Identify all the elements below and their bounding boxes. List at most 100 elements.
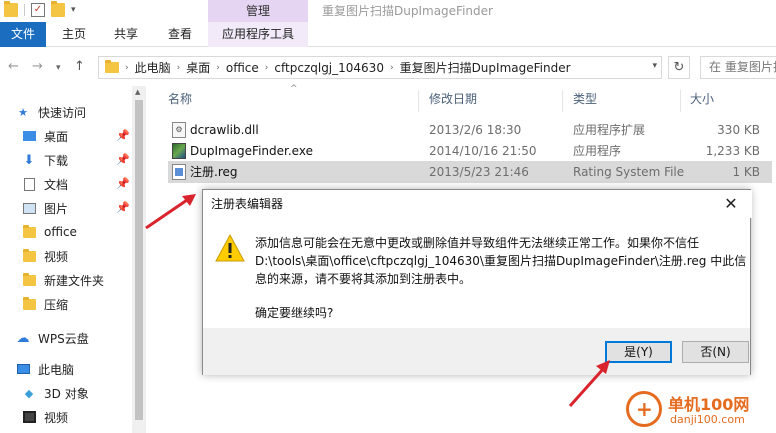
pin-icon[interactable]: 📌	[116, 177, 130, 190]
column-header-type[interactable]: 类型	[573, 86, 597, 112]
cube-icon: ◆	[24, 386, 34, 400]
download-icon: ⬇	[23, 152, 35, 168]
forward-arrow-icon[interactable]: →	[32, 59, 43, 74]
column-header-name[interactable]: 名称	[168, 86, 192, 112]
sidebar-item-label: 压缩	[44, 297, 69, 312]
sidebar-item-label: 文档	[44, 177, 69, 192]
tab-manage[interactable]: 管理	[208, 0, 308, 22]
breadcrumb-dupimagefinder[interactable]: 重复图片扫描DupImageFinder	[394, 59, 577, 76]
watermark-text: 单机100网	[668, 395, 750, 414]
sidebar-item-label: WPS云盘	[38, 331, 89, 346]
star-icon: ★	[18, 105, 28, 119]
exe-icon	[172, 143, 186, 159]
computer-icon	[16, 362, 30, 376]
quick-access-toolbar: ✓ ▾	[4, 1, 76, 17]
address-folder-icon	[105, 60, 119, 73]
dialog-body: 添加信息可能会在无意中更改或删除值并导致组件无法继续正常工作。如果你不信任 D:…	[203, 218, 750, 328]
sidebar-scroll-thumb[interactable]	[135, 100, 143, 420]
pin-icon[interactable]: 📌	[116, 153, 130, 166]
column-divider[interactable]	[680, 90, 681, 112]
sidebar-item-label: 3D 对象	[44, 386, 89, 401]
picture-icon	[22, 201, 36, 215]
file-type: 应用程序	[573, 144, 622, 158]
qat-dropdown-icon[interactable]: ▾	[71, 5, 76, 15]
window-title: 重复图片扫描DupImageFinder	[322, 4, 493, 18]
table-row[interactable]: DupImageFinder.exe 2014/10/16 21:50 应用程序…	[168, 140, 772, 162]
file-name: 注册.reg	[190, 165, 238, 179]
sidebar-scrollbar[interactable]: ▲	[132, 86, 146, 433]
watermark-logo-icon	[626, 391, 662, 427]
sidebar-item-label: 新建文件夹	[44, 273, 105, 288]
file-date: 2013/5/23 21:46	[429, 165, 529, 179]
breadcrumb-cftpczqlgj[interactable]: cftpczqlgj_104630	[268, 61, 390, 75]
column-divider[interactable]	[418, 90, 419, 112]
dll-icon: ⚙	[172, 122, 186, 138]
tab-share[interactable]: 共享	[108, 22, 144, 47]
warning-icon	[215, 234, 245, 262]
column-divider[interactable]	[562, 90, 563, 112]
navigation-pane: ★ 快速访问 桌面 📌 ⬇ 下载 📌 文档 📌 图片 📌 office 视频 新…	[0, 86, 146, 433]
message-line: D:\tools\桌面\office\cftpczqlgj_104630\重复图…	[255, 254, 747, 268]
folder-icon	[22, 296, 36, 311]
sidebar-item-label: 桌面	[44, 129, 69, 144]
table-row[interactable]: ⚙ dcrawlib.dll 2013/2/6 18:30 应用程序扩展 330…	[168, 119, 772, 141]
file-type: 应用程序扩展	[573, 123, 646, 137]
column-header-date[interactable]: 修改日期	[429, 86, 477, 112]
sidebar-item-label: 视频	[44, 410, 69, 425]
search-input[interactable]: 在 重复图片扫	[700, 56, 776, 79]
up-arrow-icon[interactable]: ↑	[74, 59, 85, 74]
file-type: Rating System File	[573, 165, 685, 179]
watermark: 单机100网 danji100.com	[626, 389, 776, 433]
sidebar-item-label: 下载	[44, 153, 69, 168]
pin-icon[interactable]: 📌	[116, 129, 130, 142]
video-icon	[22, 410, 36, 424]
dialog-footer: 是(Y) 否(N)	[203, 328, 750, 375]
breadcrumb-this-pc[interactable]: 此电脑	[129, 59, 177, 76]
qat-separator	[24, 4, 25, 16]
folder-icon	[22, 248, 36, 263]
properties-icon[interactable]: ✓	[31, 3, 45, 17]
tab-app-tools[interactable]: 应用程序工具	[208, 22, 308, 47]
sort-ascending-icon: ^	[290, 84, 298, 94]
ribbon-tabs: 文件 主页 共享 查看 应用程序工具	[0, 22, 776, 47]
cloud-icon: ☁	[16, 330, 30, 346]
address-bar[interactable]: › 此电脑 › 桌面 › office › cftpczqlgj_104630 …	[98, 56, 662, 79]
registry-editor-dialog: 注册表编辑器 ✕ 添加信息可能会在无意中更改或删除值并导致组件无法继续正常工作。…	[202, 189, 752, 375]
file-size: 330 KB	[717, 123, 760, 137]
column-header-size[interactable]: 大小	[690, 86, 714, 112]
table-row[interactable]: 注册.reg 2013/5/23 21:46 Rating System Fil…	[168, 161, 772, 183]
scroll-up-icon[interactable]: ▲	[135, 88, 140, 96]
reg-icon	[172, 164, 186, 180]
folder-icon[interactable]	[4, 1, 18, 17]
folder-icon	[22, 224, 36, 239]
tab-home[interactable]: 主页	[56, 22, 92, 47]
breadcrumb-office[interactable]: office	[220, 61, 265, 75]
tab-view[interactable]: 查看	[162, 22, 198, 47]
folder-icon	[22, 272, 36, 287]
recent-dropdown-icon[interactable]: ▾	[56, 63, 61, 73]
file-size: 1,233 KB	[705, 144, 760, 158]
title-bar: ✓ ▾ 管理 重复图片扫描DupImageFinder	[0, 0, 776, 22]
file-name: dcrawlib.dll	[190, 123, 259, 137]
address-dropdown-icon[interactable]: ▾	[652, 61, 657, 71]
message-line: 息的来源，请不要将其添加到注册表中。	[255, 272, 472, 286]
file-date: 2014/10/16 21:50	[429, 144, 537, 158]
breadcrumb-desktop[interactable]: 桌面	[180, 59, 216, 76]
no-button[interactable]: 否(N)	[682, 341, 749, 363]
sidebar-item-label: 快速访问	[38, 105, 87, 120]
tab-file[interactable]: 文件	[0, 22, 46, 47]
sidebar-item-label: office	[44, 225, 77, 239]
desktop-icon	[22, 129, 36, 143]
refresh-icon[interactable]: ↻	[668, 56, 690, 79]
file-size: 1 KB	[732, 165, 760, 179]
annotation-arrow-icon	[145, 194, 196, 230]
file-date: 2013/2/6 18:30	[429, 123, 522, 137]
sidebar-item-label: 图片	[44, 201, 69, 216]
pin-icon[interactable]: 📌	[116, 201, 130, 214]
back-arrow-icon[interactable]: ←	[8, 59, 19, 74]
dialog-title: 注册表编辑器	[203, 190, 752, 218]
close-icon[interactable]: ✕	[712, 190, 750, 218]
sidebar-item-label: 此电脑	[38, 362, 75, 377]
watermark-url: danji100.com	[670, 413, 745, 426]
new-folder-icon[interactable]	[51, 1, 65, 17]
